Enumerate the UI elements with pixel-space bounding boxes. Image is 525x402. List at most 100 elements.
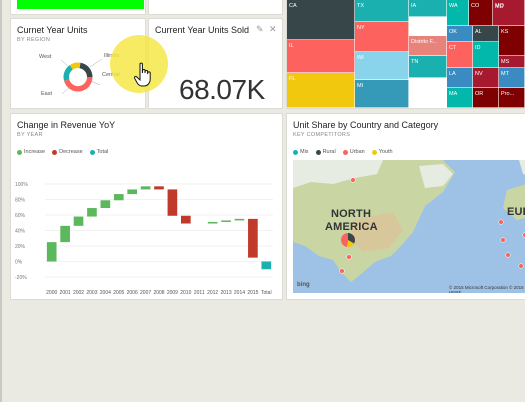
chart-bar-2014 [234,218,245,221]
x-tick-label: 2000 [46,290,57,296]
treemap-label: Distrito F... [411,39,437,45]
x-tick-label: 2003 [86,290,97,296]
y-tick-label: -20% [15,275,27,281]
chart-bar-2013 [221,220,231,222]
x-tick-label: 2009 [167,290,178,296]
chart-bar-2012 [207,221,218,224]
map-pie-marker [341,233,355,248]
treemap-label: MT [501,71,510,77]
map-marker [518,263,524,269]
treemap-label: OR [475,91,483,97]
y-tick-label: 0% [15,260,23,266]
x-tick-label: 2007 [140,290,151,296]
x-tick-label: 2015 [247,290,258,296]
y-tick-label: 20% [15,244,26,250]
treemap-cell [287,73,355,108]
map-copyright: © 2015 Microsoft Corporation © 2015 HERE [449,285,524,293]
donut-label-east: East [41,91,53,97]
x-tick-label: 2006 [127,290,138,296]
legend-youth: Youth [371,149,393,155]
treemap-label: NY [357,25,365,31]
y-tick-label: 60% [15,213,26,219]
x-tick-label: 2012 [207,290,218,296]
y-tick-label: 40% [15,229,26,235]
treemap-label: KS [501,29,509,35]
treemap-label: CT [449,45,457,51]
treemap-label: GA [411,28,419,34]
tile-title: Current Year Units Sold [155,25,250,35]
chart-bar-2007 [140,186,151,190]
chart-bar-2004 [100,200,111,209]
units-sold-tile[interactable]: Current Year Units Sold ✎ ✕ 68.07K [149,19,282,108]
x-tick-label: 2005 [113,290,124,296]
chart-bar-2010 [180,215,191,224]
x-tick-label: 2001 [60,290,71,296]
map-marker [498,219,504,225]
treemap-label: Pro... [501,91,515,97]
chart-bar-2003 [87,208,97,217]
hand-cursor-icon [134,62,151,87]
treemap-label: TN [411,59,418,65]
treemap-label: NV [475,71,483,77]
treemap-label: IL [289,43,294,49]
x-tick-label: 2004 [100,290,111,296]
chart-bar-2002 [73,216,84,226]
top-middle-tile[interactable] [149,0,282,14]
waterfall-chart: 2000 2001 2002 2003 2004 2005 2006 2007 2008 2009… [15,182,273,296]
donut-segment-illinois [79,62,93,77]
chart-bar-2008 [154,186,164,190]
treemap-label: CO [471,3,480,9]
chart-bar-2009 [167,189,178,216]
revenue-yoy-tile[interactable]: Change in Revenue YoY BY YEAR Increase D… [11,114,282,299]
map-markers [339,177,525,274]
green-bar [17,0,144,9]
treemap-label: CA [289,3,297,9]
pencil-icon[interactable]: ✎ [256,24,264,35]
chart-bar-2001 [60,225,70,243]
treemap-label: MI [357,83,364,89]
treemap-label: FL [289,76,295,82]
treemap-label: TX [357,3,364,9]
treemap-label: ID [475,45,481,51]
map-marker [500,237,506,243]
treemap-cell [287,40,355,73]
x-tick-label: 2011 [194,290,205,296]
chart-bar-2015 [248,218,258,258]
map-marker [350,177,356,183]
kpi-value: 68.07K [179,74,265,105]
x-tick-label: 2002 [73,290,84,296]
map-marker [346,254,352,260]
treemap-label: WA [449,3,458,9]
y-tick-label: 100% [15,182,28,188]
bing-logo: bing [297,282,310,288]
treemap-label: OK [449,29,457,35]
treemap-label: IA [411,3,417,9]
map-canvas[interactable]: NORTH AMERICA EUR bing © 2015 Microsoft … [293,160,525,293]
legend-urban: Urban [342,149,365,155]
chart-bar-Total [261,261,272,270]
donut-label-west: West [39,54,52,60]
treemap-tile[interactable]: CA TX IA WA CO MO NY IL Distrito F... OK AL KS WI CT I… [287,0,525,108]
treemap-cell [287,0,355,40]
close-icon[interactable]: ✕ [269,24,277,35]
x-tick-label: Total [261,290,272,296]
legend-mix: Mix [293,149,309,155]
top-left-tile[interactable] [11,0,145,14]
legend-rural: Rural [315,149,336,155]
chart-bar-2006 [127,189,138,195]
x-tick-label: 2013 [220,290,231,296]
x-tick-label: 2010 [180,290,191,296]
tile-subtitle: KEY COMPETITORS [293,132,351,138]
y-tick-label: 80% [15,198,26,204]
x-tick-label: 2008 [153,290,164,296]
treemap-label: MD [495,4,504,10]
treemap-label: AL [475,29,482,35]
map-marker [339,268,345,274]
unit-share-tile[interactable]: Unit Share by Country and Category KEY C… [287,114,525,299]
tile-title: Unit Share by Country and Category [293,120,439,130]
treemap-label: MA [449,91,458,97]
treemap-label: MS [501,59,510,65]
x-tick-label: 2014 [234,290,245,296]
treemap-label: LA [449,71,456,77]
treemap: CA TX IA WA CO MONYILDistrito F...OK AL KSWICT I… [287,0,525,108]
